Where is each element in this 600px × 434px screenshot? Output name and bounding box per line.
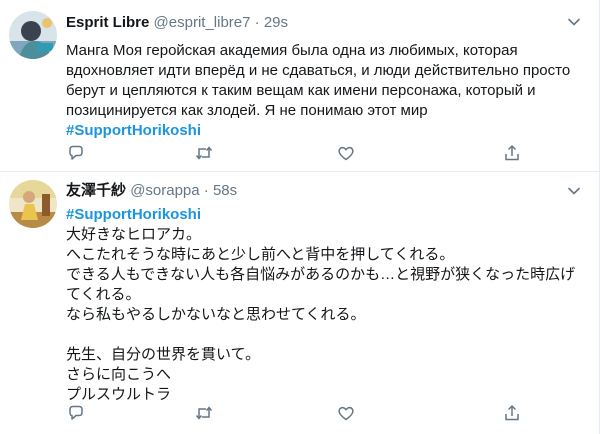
tweet-card[interactable]: Esprit Libre @esprit_libre7 · 29s Манга … [0,0,599,172]
timestamp[interactable]: 29s [264,14,288,31]
tweet-actions [66,143,536,163]
separator-dot: · [254,14,260,31]
reply-icon[interactable] [66,143,86,163]
tweet-actions [66,403,536,423]
tweet-text-line: へこたれそうな時にあと少し前へと背中を押してくれる。 [66,246,455,263]
avatar[interactable] [9,180,57,228]
tweet-text-line: вдохновляет идти вперёд и не сдаваться, … [66,62,571,79]
tweet-text-line: てくれる。 [66,286,141,303]
hashtag-link[interactable]: #SupportHorikoshi [66,121,585,141]
display-name[interactable]: 友澤千紗 [66,182,126,199]
like-icon[interactable] [336,403,356,423]
share-icon[interactable] [502,143,522,163]
tweet-text-line: プルスウルトラ [66,386,172,403]
tweet-header: Esprit Libre @esprit_libre7 · 29s [66,13,559,33]
tweet-text-line: 先生、自分の世界を貫いて。 [66,346,261,363]
tweet-text-line: позицинируется как злодей. Я не понимаю … [66,102,428,119]
tweet-text: #SupportHorikoshi 大好きなヒロアカ。 へこたれそうな時にあと少… [66,205,585,405]
like-icon[interactable] [336,143,356,163]
tweet-card[interactable]: 友澤千紗 @sorappa · 58s #SupportHorikoshi 大好… [0,172,599,434]
tweet-text: Манга Моя геройская академия была одна и… [66,41,585,141]
tweet-text-line: できる人もできない人も各自悩みがあるのかも…と視野が狭くなった時広げ [66,266,576,283]
timeline: Esprit Libre @esprit_libre7 · 29s Манга … [0,0,600,434]
share-icon[interactable] [502,403,522,423]
chevron-down-icon[interactable] [567,184,581,198]
display-name[interactable]: Esprit Libre [66,14,149,31]
tweet-text-line: さらに向こうへ [66,366,172,383]
timestamp[interactable]: 58s [213,182,237,199]
user-handle[interactable]: @sorappa [130,182,199,199]
chevron-down-icon[interactable] [567,15,581,29]
tweet-header: 友澤千紗 @sorappa · 58s [66,181,559,201]
reply-icon[interactable] [66,403,86,423]
avatar[interactable] [9,11,57,59]
retweet-icon[interactable] [194,403,214,423]
hashtag-link[interactable]: #SupportHorikoshi [66,205,585,225]
separator-dot: · [203,182,209,199]
tweet-text-line: берут и цепляются к таким вещам как имен… [66,82,536,99]
tweet-text-line: なら私もやるしかないなと思わせてくれる。 [66,306,366,323]
user-handle[interactable]: @esprit_libre7 [154,14,251,31]
retweet-icon[interactable] [194,143,214,163]
tweet-text-line: 大好きなヒロアカ。 [66,226,202,243]
tweet-text-line: Манга Моя геройская академия была одна и… [66,42,518,59]
